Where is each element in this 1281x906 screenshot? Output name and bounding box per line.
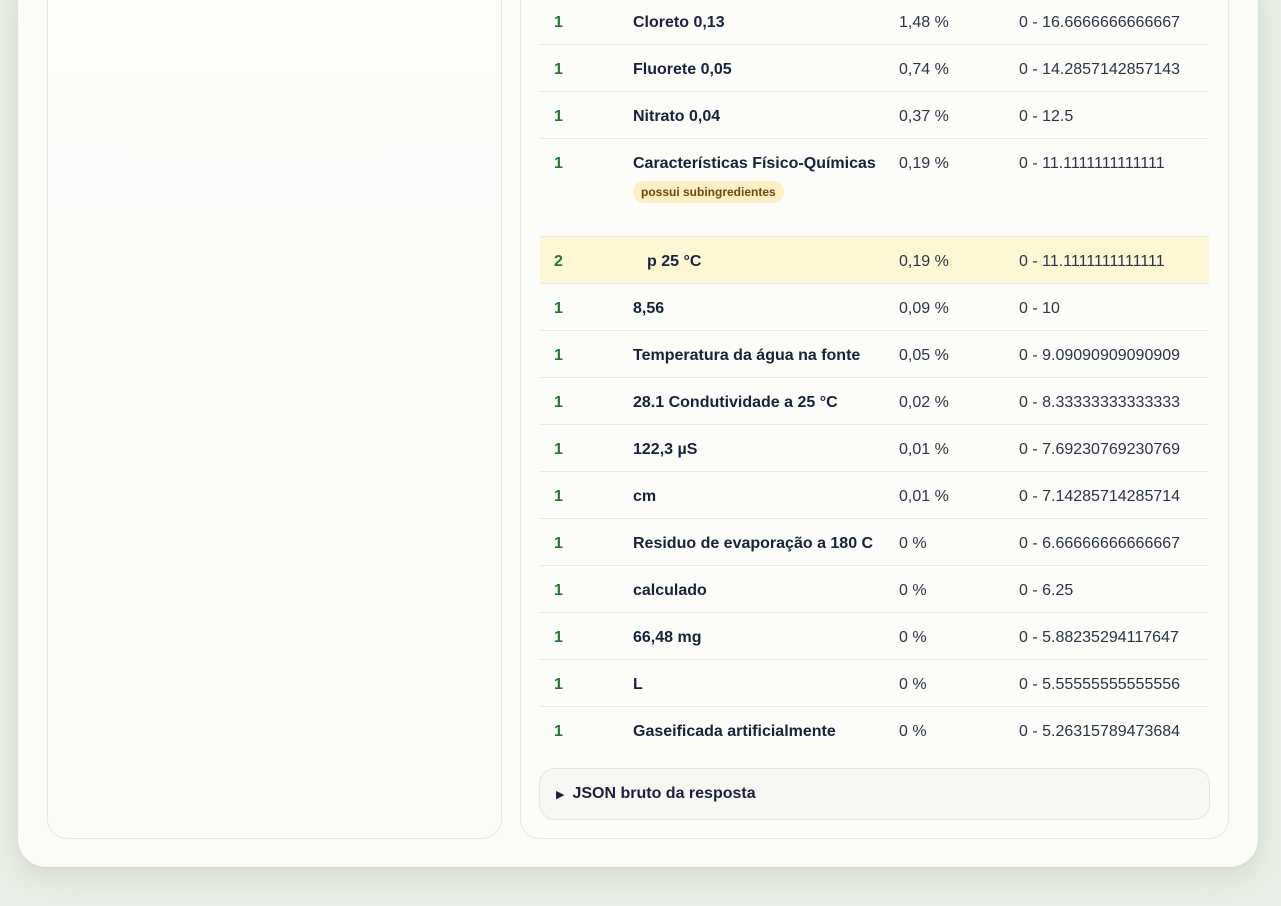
percentage-value: 0 % — [899, 582, 927, 599]
triangle-right-icon: ▶ — [556, 788, 565, 801]
range-value: 0 - 12.5 — [1019, 108, 1074, 125]
level-value: 1 — [554, 488, 563, 505]
table-row: 1 L 0 % 0 - 5.55555555555556 — [540, 660, 1209, 707]
percentage-value: 0 % — [899, 723, 927, 740]
range-value: 0 - 8.33333333333333 — [1019, 394, 1181, 411]
level-value: 1 — [554, 676, 563, 693]
range-value: 0 - 11.1111111111111 — [1019, 253, 1165, 270]
level-value: 2 — [554, 253, 563, 270]
ingredient-name: 8,56 — [633, 300, 665, 317]
percentage-value: 0,19 % — [899, 155, 949, 172]
table-row: 1 Temperatura da água na fonte 0,05 % 0 … — [540, 331, 1209, 378]
percentage-value: 0,19 % — [899, 253, 949, 270]
table-row: 1 Gaseificada artificialmente 0 % 0 - 5.… — [540, 707, 1209, 754]
range-value: 0 - 7.14285714285714 — [1019, 488, 1181, 505]
ingredient-name: 66,48 mg — [633, 629, 702, 646]
ingredient-name: 28.1 Condutividade a 25 °C — [633, 394, 838, 411]
percentage-value: 0 % — [899, 535, 927, 552]
ingredient-name: Gaseificada artificialmente — [633, 723, 836, 740]
percentage-value: 0 % — [899, 629, 927, 646]
percentage-value: 1,48 % — [899, 14, 949, 31]
percentage-value: 0,74 % — [899, 61, 949, 78]
level-value: 1 — [554, 582, 563, 599]
raw-json-details-toggle[interactable]: ▶ JSON bruto da resposta — [539, 768, 1210, 820]
range-value: 0 - 16.6666666666667 — [1019, 14, 1181, 31]
level-value: 1 — [554, 155, 563, 172]
range-value: 0 - 11.1111111111111 — [1019, 155, 1165, 172]
level-value: 1 — [554, 347, 563, 364]
ingredient-name: Nitrato 0,04 — [633, 108, 721, 125]
level-value: 1 — [554, 61, 563, 78]
table-row: 1 calculado 0 % 0 - 6.25 — [540, 566, 1209, 613]
ingredient-name: Residuo de evaporação a 180 C — [633, 535, 874, 552]
ingredient-name: calculado — [633, 582, 707, 599]
ingredient-name-cell: Características Físico-Químicas possui s… — [633, 153, 878, 203]
table-row: 1 Fluorete 0,05 0,74 % 0 - 14.2857142857… — [540, 45, 1209, 92]
table-row: 1 28.1 Condutividade a 25 °C 0,02 % 0 - … — [540, 378, 1209, 425]
level-value: 1 — [554, 723, 563, 740]
range-value: 0 - 14.2857142857143 — [1019, 61, 1181, 78]
subingredients-badge: possui subingredientes — [633, 181, 784, 203]
table-row: 1 122,3 µS 0,01 % 0 - 7.69230769230769 — [540, 425, 1209, 472]
table-row: 1 8,56 0,09 % 0 - 10 — [540, 284, 1209, 331]
raw-json-label: JSON bruto da resposta — [572, 785, 756, 802]
percentage-value: 0 % — [899, 676, 927, 693]
range-value: 0 - 9.09090909090909 — [1019, 347, 1181, 364]
range-value: 0 - 5.88235294117647 — [1019, 629, 1179, 646]
table-row: 1 Residuo de evaporação a 180 C 0 % 0 - … — [540, 519, 1209, 566]
level-value: 1 — [554, 300, 563, 317]
level-value: 1 — [554, 394, 563, 411]
table-row: 1 Nitrato 0,04 0,37 % 0 - 12.5 — [540, 92, 1209, 139]
ingredient-name: Cloreto 0,13 — [633, 14, 725, 31]
range-value: 0 - 6.66666666666667 — [1019, 535, 1181, 552]
ingredient-name: Temperatura da água na fonte — [633, 347, 861, 364]
ingredient-name: Fluorete 0,05 — [633, 61, 732, 78]
left-panel — [47, 0, 502, 839]
ingredient-name: Características Físico-Químicas — [633, 155, 876, 172]
percentage-value: 0,01 % — [899, 441, 949, 458]
level-value: 1 — [554, 108, 563, 125]
percentage-value: 0,05 % — [899, 347, 949, 364]
ingredient-name: cm — [633, 488, 657, 505]
level-value: 1 — [554, 14, 563, 31]
table-row: 1 66,48 mg 0 % 0 - 5.88235294117647 — [540, 613, 1209, 660]
table-row: 1 cm 0,01 % 0 - 7.14285714285714 — [540, 472, 1209, 519]
percentage-value: 0,37 % — [899, 108, 949, 125]
ingredient-name: L — [633, 676, 643, 693]
range-value: 0 - 5.26315789473684 — [1019, 723, 1181, 740]
range-value: 0 - 7.69230769230769 — [1019, 441, 1181, 458]
level-value: 1 — [554, 535, 563, 552]
percentage-value: 0,02 % — [899, 394, 949, 411]
level-value: 1 — [554, 441, 563, 458]
ingredient-name: 122,3 µS — [633, 441, 698, 458]
range-value: 0 - 10 — [1019, 300, 1060, 317]
level-value: 1 — [554, 629, 563, 646]
ingredient-name: p 25 °C — [647, 253, 702, 270]
ingredients-table: 1 Cloreto 0,13 1,48 % 0 - 16.66666666666… — [540, 0, 1209, 754]
percentage-value: 0,01 % — [899, 488, 949, 505]
range-value: 0 - 5.55555555555556 — [1019, 676, 1181, 693]
table-row-subingredient: 2 p 25 °C 0,19 % 0 - 11.1111111111111 — [540, 237, 1209, 284]
table-row: 1 Características Físico-Químicas possui… — [540, 139, 1209, 237]
table-row: 1 Cloreto 0,13 1,48 % 0 - 16.66666666666… — [540, 0, 1209, 45]
range-value: 0 - 6.25 — [1019, 582, 1074, 599]
percentage-value: 0,09 % — [899, 300, 949, 317]
